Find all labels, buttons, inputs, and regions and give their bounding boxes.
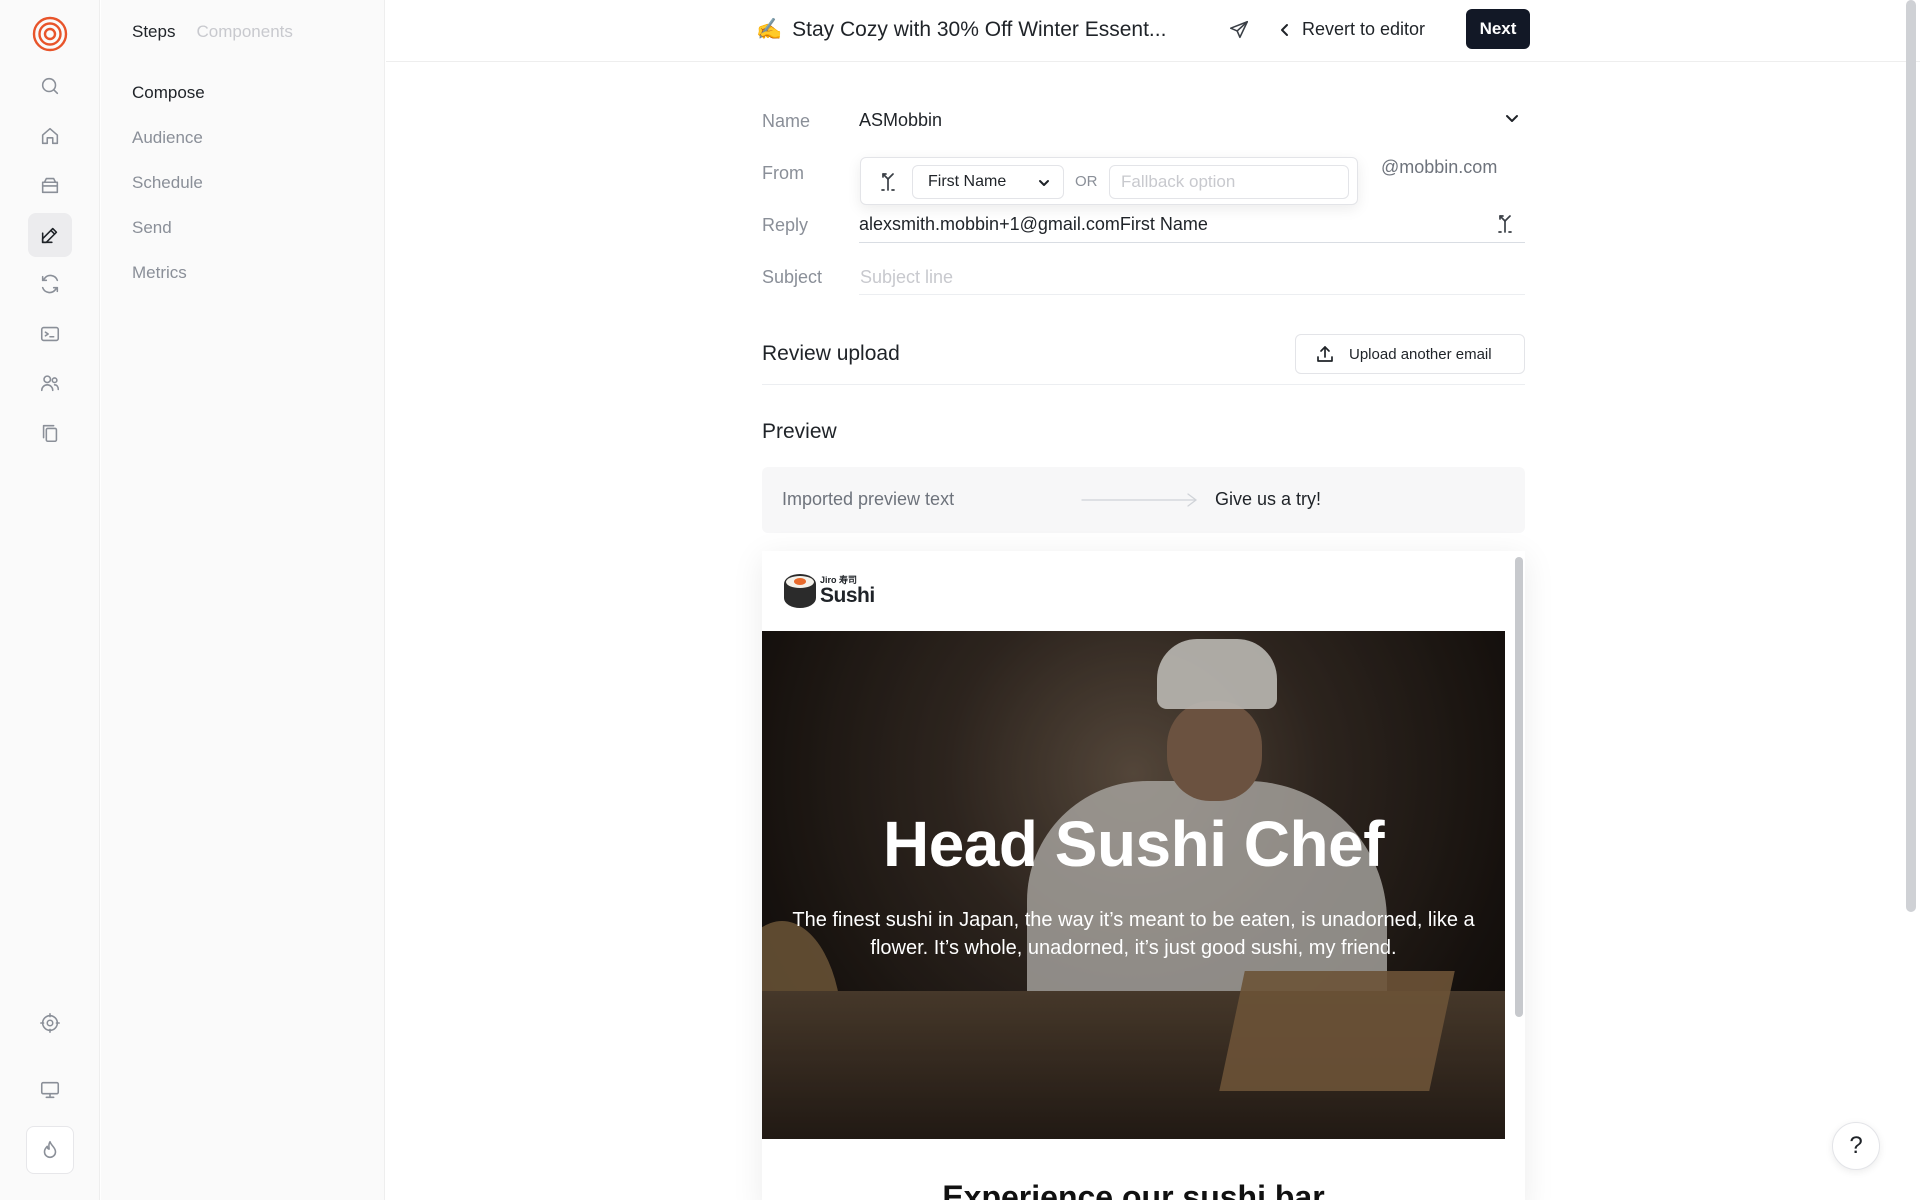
reply-email: alexsmith.mobbin+1@gmail.com — [859, 214, 1120, 234]
merge-tag-icon[interactable] — [1494, 212, 1516, 234]
merge-tag-icon[interactable] — [877, 170, 899, 192]
tab-components[interactable]: Components — [196, 22, 292, 42]
reply-field[interactable]: alexsmith.mobbin+1@gmail.comFirst Name — [859, 214, 1208, 235]
step-compose[interactable]: Compose — [132, 83, 205, 103]
from-merge-popover: First Name OR Fallback option — [860, 157, 1358, 205]
fallback-option-input[interactable]: Fallback option — [1109, 165, 1349, 199]
logo-big-text: Sushi — [820, 584, 875, 607]
hero-image: Head Sushi Chef The finest sushi in Japa… — [762, 631, 1505, 1139]
users-icon[interactable] — [28, 361, 72, 405]
review-upload-heading: Review upload — [762, 342, 900, 365]
chevron-left-icon — [1281, 23, 1288, 36]
steps-tab-bar: Steps Components — [132, 22, 293, 42]
campaign-title-text: Stay Cozy with 30% Off Winter Essent... — [792, 18, 1167, 41]
step-schedule[interactable]: Schedule — [132, 173, 203, 193]
arrow-right-icon — [1080, 491, 1200, 509]
next-button[interactable]: Next — [1466, 9, 1530, 49]
chevron-down-icon — [1037, 176, 1051, 190]
revert-label: Revert to editor — [1302, 19, 1426, 39]
jiro-sushi-logo: Jiro 寿司 Sushi — [784, 574, 875, 608]
copy-icon[interactable] — [28, 411, 72, 455]
or-separator: OR — [1075, 173, 1098, 190]
reply-label: Reply — [762, 215, 809, 235]
sushi-roll-icon — [784, 574, 816, 608]
first-name-select-value: First Name — [928, 173, 1007, 190]
monitor-icon[interactable] — [28, 1068, 72, 1112]
inbox-icon[interactable] — [28, 163, 72, 207]
preview-scrollbar[interactable] — [1515, 557, 1523, 1017]
reply-underline — [859, 242, 1525, 243]
upload-label: Upload another email — [1349, 345, 1492, 363]
from-label: From — [762, 163, 804, 183]
hero-body: The finest sushi in Japan, the way it’s … — [792, 909, 1475, 959]
step-audience[interactable]: Audience — [132, 128, 203, 148]
divider — [762, 384, 1525, 385]
writing-hand-icon: ✍️ — [756, 18, 783, 41]
from-domain: @mobbin.com — [1381, 157, 1498, 177]
name-label: Name — [762, 111, 811, 131]
subject-label: Subject — [762, 267, 823, 287]
step-send[interactable]: Send — [132, 218, 172, 238]
settings-icon[interactable] — [28, 1001, 72, 1045]
search-icon[interactable] — [28, 64, 72, 108]
preview-heading: Preview — [762, 420, 837, 443]
tab-steps[interactable]: Steps — [132, 22, 175, 42]
page-scrollbar[interactable] — [1906, 0, 1916, 912]
upload-icon — [1317, 346, 1333, 362]
icon-rail — [0, 0, 100, 1200]
subject-input[interactable]: Subject line — [860, 267, 953, 288]
hero-overlay — [762, 631, 1505, 1139]
preview-text: Imported preview text — [782, 489, 955, 509]
campaign-title[interactable]: ✍️ Stay Cozy with 30% Off Winter Essent.… — [756, 18, 1166, 42]
preview-text-strip: Imported preview text Give us a try! — [762, 467, 1525, 533]
fire-icon[interactable] — [26, 1126, 74, 1174]
app-logo-icon[interactable] — [32, 16, 68, 52]
top-header: ✍️ Stay Cozy with 30% Off Winter Essent.… — [386, 0, 1920, 62]
name-field[interactable]: ASMobbin — [859, 110, 942, 131]
chevron-down-icon[interactable] — [1502, 108, 1522, 128]
step-metrics[interactable]: Metrics — [132, 263, 187, 283]
help-button[interactable]: ? — [1832, 1122, 1880, 1170]
preview-cta: Give us a try! — [1215, 489, 1322, 509]
refresh-icon[interactable] — [28, 262, 72, 306]
home-icon[interactable] — [28, 114, 72, 158]
email-preview[interactable]: Jiro 寿司 Sushi Head Sushi Chef The finest… — [762, 551, 1525, 1200]
subject-underline — [859, 294, 1525, 295]
compose-icon[interactable] — [28, 213, 72, 257]
hero-title: Head Sushi Chef — [882, 808, 1385, 880]
upload-another-email-button[interactable]: Upload another email — [1295, 334, 1525, 374]
revert-to-editor-button[interactable]: Revert to editor — [1278, 19, 1425, 40]
email-section-heading: Experience our sushi bar — [942, 1179, 1325, 1200]
terminal-icon[interactable] — [28, 312, 72, 356]
steps-sidebar: Steps Components Compose Audience Schedu… — [101, 0, 385, 1200]
reply-merge-tag: First Name — [1119, 214, 1208, 234]
send-test-icon[interactable] — [1228, 19, 1252, 43]
first-name-select[interactable]: First Name — [912, 165, 1064, 199]
